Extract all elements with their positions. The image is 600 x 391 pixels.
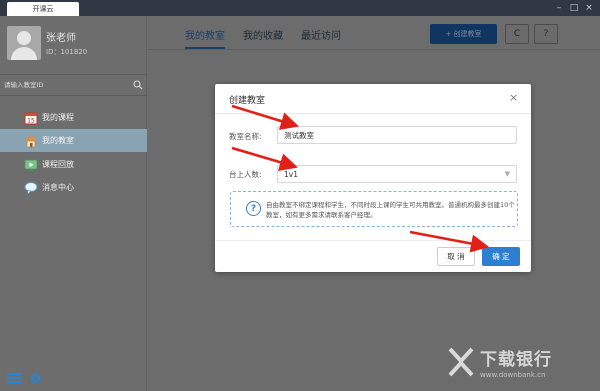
user-name: 张老师 — [46, 33, 76, 44]
watermark: 下载银行 www.downbank.cn — [448, 345, 552, 379]
close-icon[interactable]: × — [509, 91, 518, 104]
tab-bar: 我的教室 我的收藏 最近访问 — [185, 27, 341, 49]
chevron-down-icon: ▼ — [504, 170, 510, 178]
search-input[interactable] — [4, 78, 124, 92]
dialog-divider — [215, 113, 531, 114]
search-icon[interactable] — [133, 80, 143, 90]
refresh-button[interactable]: C — [505, 24, 529, 44]
tab-recent[interactable]: 最近访问 — [301, 27, 341, 49]
list-icon[interactable] — [7, 372, 21, 384]
header-divider — [148, 49, 600, 50]
svg-text:15: 15 — [27, 117, 35, 124]
minimize-button[interactable]: – — [553, 2, 565, 14]
sidebar-item-label: 我的教室 — [42, 136, 74, 145]
notice-box: ? 自由教室不绑定课程和学生，不同时段上课的学生可共用教室。普通机构最多创建10… — [230, 191, 518, 227]
playback-icon — [24, 159, 38, 171]
sidebar: 张老师 ID：101820 15 我的课程 我的教室 课程回放 — [0, 16, 147, 391]
create-classroom-button[interactable]: + 创建教室 — [430, 24, 497, 44]
maximize-button[interactable]: □ — [568, 2, 580, 14]
sidebar-item-label: 我的课程 — [42, 113, 74, 122]
calendar-icon: 15 — [24, 112, 38, 124]
sidebar-item-label: 课程回放 — [42, 160, 74, 169]
title-bar: 开课云 – □ × — [0, 0, 600, 16]
stage-size-select[interactable]: 1v1 ▼ — [277, 165, 517, 183]
app-tab[interactable]: 开课云 — [7, 2, 79, 16]
dialog-footer-divider — [215, 240, 531, 241]
house-icon — [25, 134, 37, 147]
sidebar-footer — [7, 372, 42, 385]
chat-bubble-icon — [24, 181, 38, 195]
classroom-name-value: 测试教室 — [284, 130, 314, 140]
close-window-button[interactable]: × — [583, 2, 595, 14]
tab-favorites[interactable]: 我的收藏 — [243, 27, 283, 49]
sidebar-item-my-courses[interactable]: 15 我的课程 — [0, 106, 147, 129]
sidebar-item-label: 消息中心 — [42, 183, 74, 192]
sidebar-item-my-classrooms[interactable]: 我的教室 — [0, 129, 147, 152]
avatar[interactable] — [7, 26, 41, 60]
confirm-button[interactable]: 确 定 — [482, 247, 520, 266]
watermark-logo-icon — [448, 347, 474, 377]
notice-text: 自由教室不绑定课程和学生，不同时段上课的学生可共用教室。普通机构最多创建10个教… — [266, 201, 515, 219]
tab-my-classrooms[interactable]: 我的教室 — [185, 27, 225, 49]
sidebar-item-messages[interactable]: 消息中心 — [0, 176, 147, 199]
classroom-name-field[interactable]: 测试教室 — [277, 126, 517, 144]
watermark-url: www.downbank.cn — [480, 371, 546, 379]
stage-size-value: 1v1 — [284, 169, 298, 179]
dialog-title: 创建教室 — [229, 96, 266, 106]
create-classroom-dialog: 创建教室 × 教室名称: 测试教室 台上人数: 1v1 ▼ ? 自由教室不绑定课… — [215, 84, 531, 272]
cancel-button[interactable]: 取 消 — [437, 247, 475, 266]
classroom-name-label: 教室名称: — [229, 132, 262, 141]
help-button[interactable]: ? — [534, 24, 558, 44]
user-id: ID：101820 — [46, 48, 88, 56]
question-icon: ? — [246, 201, 261, 216]
stage-size-label: 台上人数: — [229, 170, 262, 179]
gear-icon[interactable] — [29, 372, 42, 385]
search-bar — [0, 74, 147, 96]
sidebar-item-course-playback[interactable]: 课程回放 — [0, 153, 147, 176]
watermark-title: 下载银行 — [480, 350, 552, 370]
